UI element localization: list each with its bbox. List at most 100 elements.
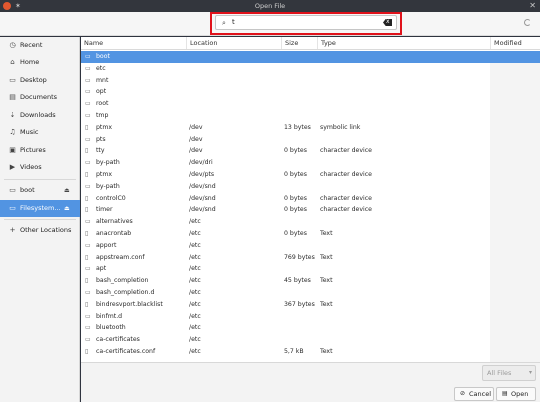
file-row[interactable]: ▯ appstream.conf/etc 769 bytes Text [81,252,540,264]
file-row[interactable]: ▭ apt/etc [81,263,540,275]
file-row[interactable]: ▭ ca-certificates/etc [81,334,540,346]
file-location: /dev [189,135,203,143]
file-name: bluetooth [96,324,126,332]
file-row[interactable]: ▭ opt [81,86,540,98]
file-row[interactable]: ▯ ptmx/dev/pts 0 bytes character device [81,169,540,181]
file-row[interactable]: ▭ by-path/dev/snd [81,181,540,193]
video-icon: ▶ [9,163,16,171]
file-location: /etc [189,265,201,273]
sidebar-item-desktop[interactable]: ▭ Desktop [0,72,80,89]
file-row[interactable]: ▭ by-path/dev/dri [81,157,540,169]
file-name: boot [96,53,110,60]
file-location: /etc [189,336,201,344]
file-icon: ▯ [85,194,89,202]
file-row[interactable]: ▭ mnt [81,75,540,87]
file-row[interactable]: ▯ anacrontab/etc 0 bytes Text [81,228,540,240]
file-row[interactable]: ▯ bindresvport.blacklist/etc 367 bytes Text [81,299,540,311]
sidebar-item-videos[interactable]: ▶ Videos [0,159,80,176]
sidebar-item-label: Documents [20,93,58,101]
file-row[interactable]: ▭ pts/dev [81,134,540,146]
clock-icon: ◷ [9,41,16,49]
folder-icon: ▭ [85,336,91,344]
download-icon: ⇣ [9,111,16,119]
file-name: controlC0 [96,194,126,202]
search-highlight-outline [210,12,402,35]
sidebar-item-label: Downloads [20,111,56,119]
picture-icon: ▣ [9,146,16,154]
sidebar-item-label: Other Locations [20,226,72,234]
file-name: anacrontab [96,229,132,237]
sidebar-item-home[interactable]: ⌂ Home [0,54,80,71]
file-type: character device [320,170,372,178]
file-row[interactable]: ▯ ptmx/dev 13 bytes symbolic link [81,122,540,134]
file-size: 367 bytes [284,300,315,308]
eject-icon[interactable]: ⏏ [64,200,70,217]
document-icon: ▤ [9,93,16,101]
cancel-button[interactable]: ⊘ Cancel [454,387,494,401]
file-location: /dev/snd [189,206,216,214]
column-header-name[interactable]: Name [81,37,186,49]
folder-icon: ▭ [85,288,91,296]
sidebar-item-music[interactable]: ♫ Music [0,124,80,141]
column-header-type[interactable]: Type [317,37,490,49]
sidebar-item-recent[interactable]: ◷ Recent [0,37,80,54]
folder-icon: ▭ [85,53,91,60]
sidebar-item-downloads[interactable]: ⇣ Downloads [0,107,80,124]
sidebar-item-filesystem[interactable]: ▭ Filesystem... ⏏ [0,200,80,217]
file-name: appstream.conf [96,253,145,261]
folder-icon: ▭ [85,312,91,320]
file-row[interactable]: ▭ bluetooth/etc [81,322,540,334]
music-icon: ♫ [9,128,16,136]
folder-icon: ▭ [85,135,91,143]
sidebar-item-other-locations[interactable]: + Other Locations [0,222,80,239]
file-rows: ▭ boot ▭ etc ▭ mnt ▭ opt ▭ root ▭ tmp ▯ ptmx/dev 13 by… [81,51,540,358]
folder-icon: ▭ [85,100,91,108]
file-location: /dev [189,123,203,131]
file-row[interactable]: ▯ bash_completion/etc 45 bytes Text [81,275,540,287]
file-row[interactable]: ▭ tmp [81,110,540,122]
file-size: 0 bytes [284,229,307,237]
window-title: Open File [254,2,286,10]
sidebar-item-documents[interactable]: ▤ Documents [0,89,80,106]
file-icon: ▯ [85,147,89,155]
column-header-size[interactable]: Size [281,37,317,49]
file-name: binfmt.d [96,312,123,320]
file-row[interactable]: ▭ boot [81,51,540,63]
file-row[interactable]: ▭ apport/etc [81,240,540,252]
file-location: /dev/dri [189,159,213,167]
file-row[interactable]: ▭ bash_completion.d/etc [81,287,540,299]
open-button[interactable]: ▤ Open [496,387,536,401]
title-bar: ✶ Open File ✕ [0,0,540,12]
file-row[interactable]: ▭ binfmt.d/etc [81,311,540,323]
column-header-location[interactable]: Location [186,37,281,49]
close-icon[interactable]: ✕ [529,0,536,12]
folder-icon: ▭ [85,265,91,273]
file-name: pts [96,135,106,143]
sidebar-item-label: Filesystem... [20,204,61,212]
file-icon: ▯ [85,123,89,131]
file-filter-select[interactable]: All Files ▾ [482,365,536,381]
file-icon: ▯ [85,170,89,178]
sidebar-item-label: Videos [20,163,42,171]
sidebar-item-label: Desktop [20,76,47,84]
file-type: character device [320,147,372,155]
sidebar-item-label: boot [20,186,35,194]
file-row[interactable]: ▭ alternatives/etc [81,216,540,228]
file-list-view: Name Location Size Type Modified ▭ boot ▭ e… [81,37,540,362]
file-row[interactable]: ▯ ca-certificates.conf/etc 5,7 kB Text [81,346,540,358]
open-icon: ▤ [502,390,508,397]
file-location: /etc [189,300,201,308]
column-header-modified[interactable]: Modified [490,37,540,49]
file-row[interactable]: ▯ controlC0/dev/snd 0 bytes character devic… [81,193,540,205]
file-row[interactable]: ▭ etc [81,63,540,75]
file-name: by-path [96,182,120,190]
file-type: Text [320,253,333,261]
sidebar-item-boot[interactable]: ▭ boot ⏏ [0,182,80,199]
sidebar-item-pictures[interactable]: ▣ Pictures [0,142,80,159]
file-icon: ▯ [85,347,89,355]
file-row[interactable]: ▭ root [81,98,540,110]
file-row[interactable]: ▯ timer/dev/snd 0 bytes character device [81,204,540,216]
file-size: 5,7 kB [284,347,304,355]
eject-icon[interactable]: ⏏ [64,182,70,199]
file-row[interactable]: ▯ tty/dev 0 bytes character device [81,145,540,157]
